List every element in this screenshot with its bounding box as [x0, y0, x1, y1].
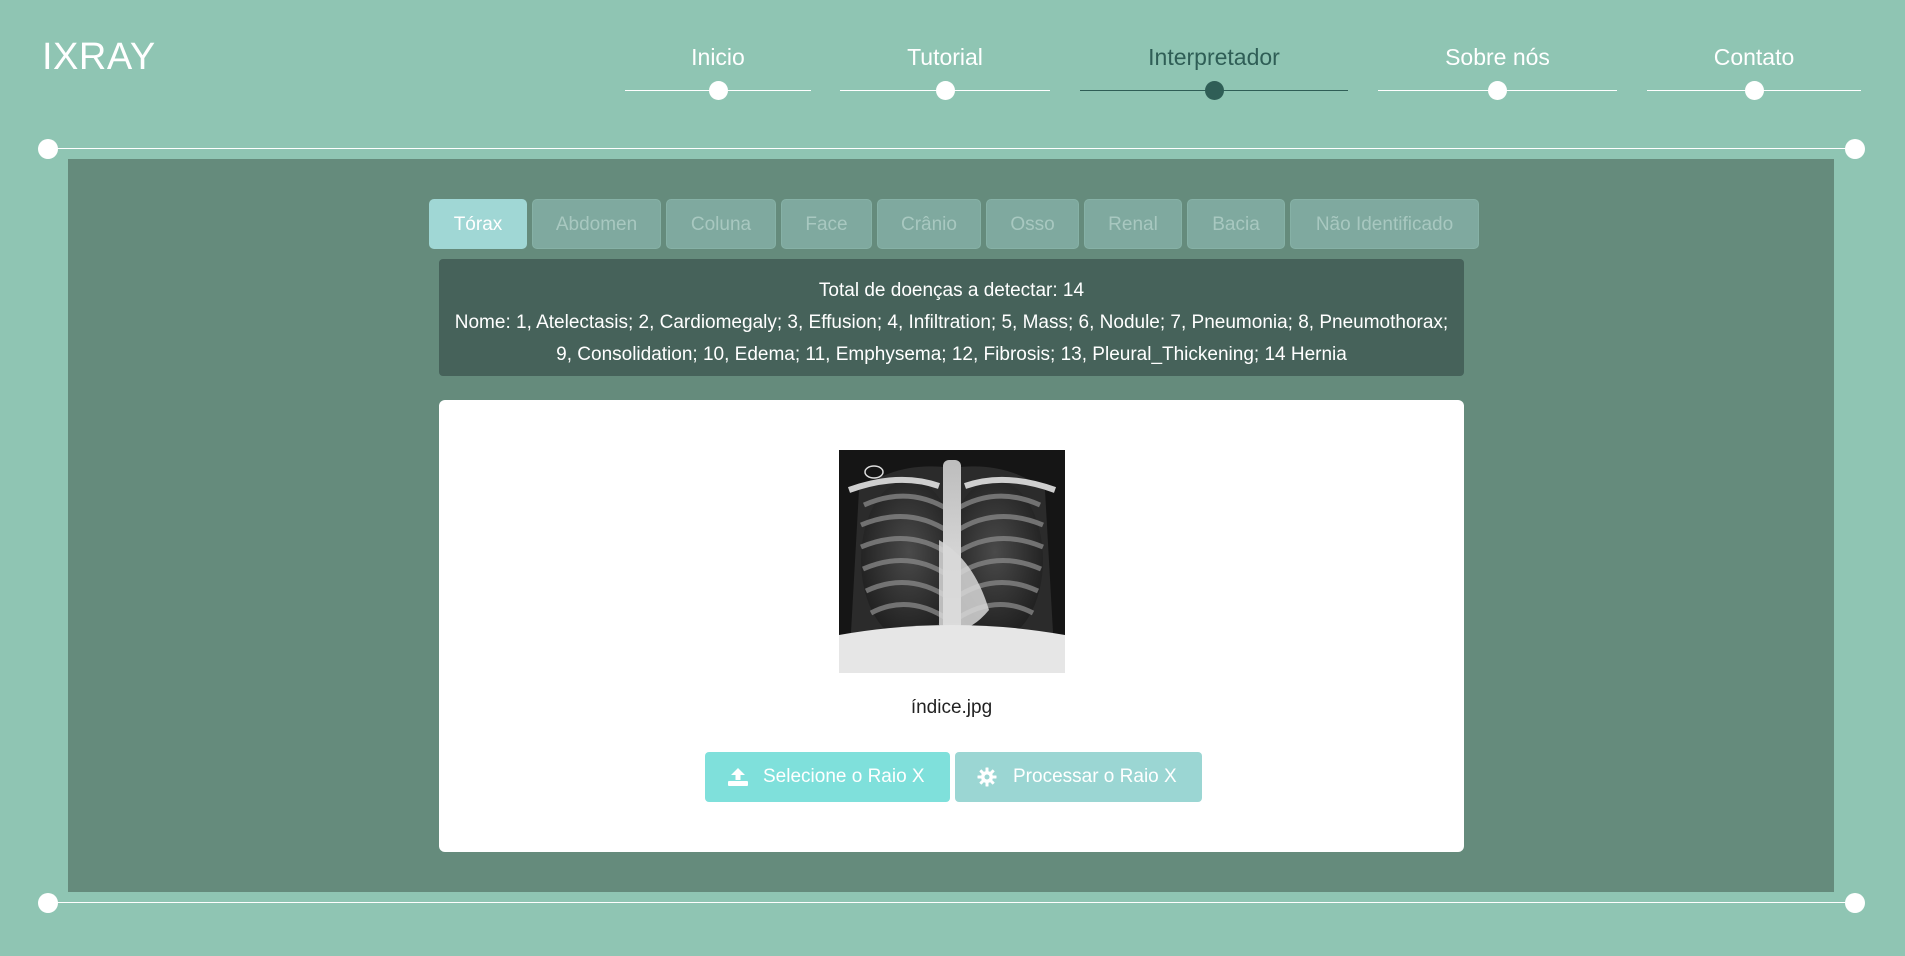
select-xray-label: Selecione o Raio X [763, 766, 925, 787]
tab-coluna[interactable]: Coluna [666, 199, 776, 249]
tab-nao-identificado[interactable]: Não Identificado [1290, 199, 1479, 249]
nav-label: Contato [1713, 44, 1795, 70]
nav-label: Sobre nós [1445, 44, 1550, 70]
xray-preview-image [839, 450, 1065, 673]
select-xray-button[interactable]: Selecione o Raio X [705, 752, 950, 802]
bottom-right-dot [1845, 893, 1865, 913]
tab-renal[interactable]: Renal [1084, 199, 1182, 249]
nav-item-sobre-nos[interactable]: Sobre nós [1378, 44, 1617, 104]
top-divider [47, 148, 1855, 149]
brand-logo[interactable]: IXRAY [42, 36, 156, 79]
top-left-dot [38, 139, 58, 159]
tab-face[interactable]: Face [781, 199, 872, 249]
nav-item-interpretador[interactable]: Interpretador [1080, 44, 1348, 104]
nav-label: Interpretador [1148, 44, 1280, 70]
selected-filename: índice.jpg [910, 697, 993, 718]
disease-total: Total de doenças a detectar: 14 [818, 280, 1085, 301]
process-xray-label: Processar o Raio X [1013, 766, 1177, 787]
nav-item-contato[interactable]: Contato [1647, 44, 1861, 104]
disease-names-line-2: 9, Consolidation; 10, Edema; 11, Emphyse… [556, 344, 1347, 365]
tab-cranio[interactable]: Crânio [877, 199, 981, 249]
upload-card: índice.jpg Selecione o Raio X Processar … [439, 400, 1464, 852]
tab-bacia[interactable]: Bacia [1187, 199, 1285, 249]
nav-dot [1487, 81, 1507, 100]
disease-info-box: Total de doenças a detectar: 14 Nome: 1,… [439, 259, 1464, 376]
process-xray-button[interactable]: Processar o Raio X [955, 752, 1202, 802]
top-right-dot [1845, 139, 1865, 159]
nav-item-tutorial[interactable]: Tutorial [840, 44, 1050, 104]
nav-dot [1204, 81, 1224, 100]
nav-dot [708, 81, 728, 100]
nav-item-inicio[interactable]: Inicio [625, 44, 811, 104]
upload-icon [728, 768, 748, 786]
bottom-divider [47, 902, 1855, 903]
gear-icon [977, 767, 997, 787]
nav-dot [935, 81, 955, 100]
tab-torax[interactable]: Tórax [429, 199, 527, 249]
bottom-left-dot [38, 893, 58, 913]
tab-osso[interactable]: Osso [986, 199, 1079, 249]
nav-label: Tutorial [907, 44, 983, 70]
nav-label: Inicio [691, 44, 745, 70]
tab-abdomen[interactable]: Abdomen [532, 199, 661, 249]
disease-names-line-1: Nome: 1, Atelectasis; 2, Cardiomegaly; 3… [454, 312, 1449, 333]
nav-dot [1744, 81, 1764, 100]
